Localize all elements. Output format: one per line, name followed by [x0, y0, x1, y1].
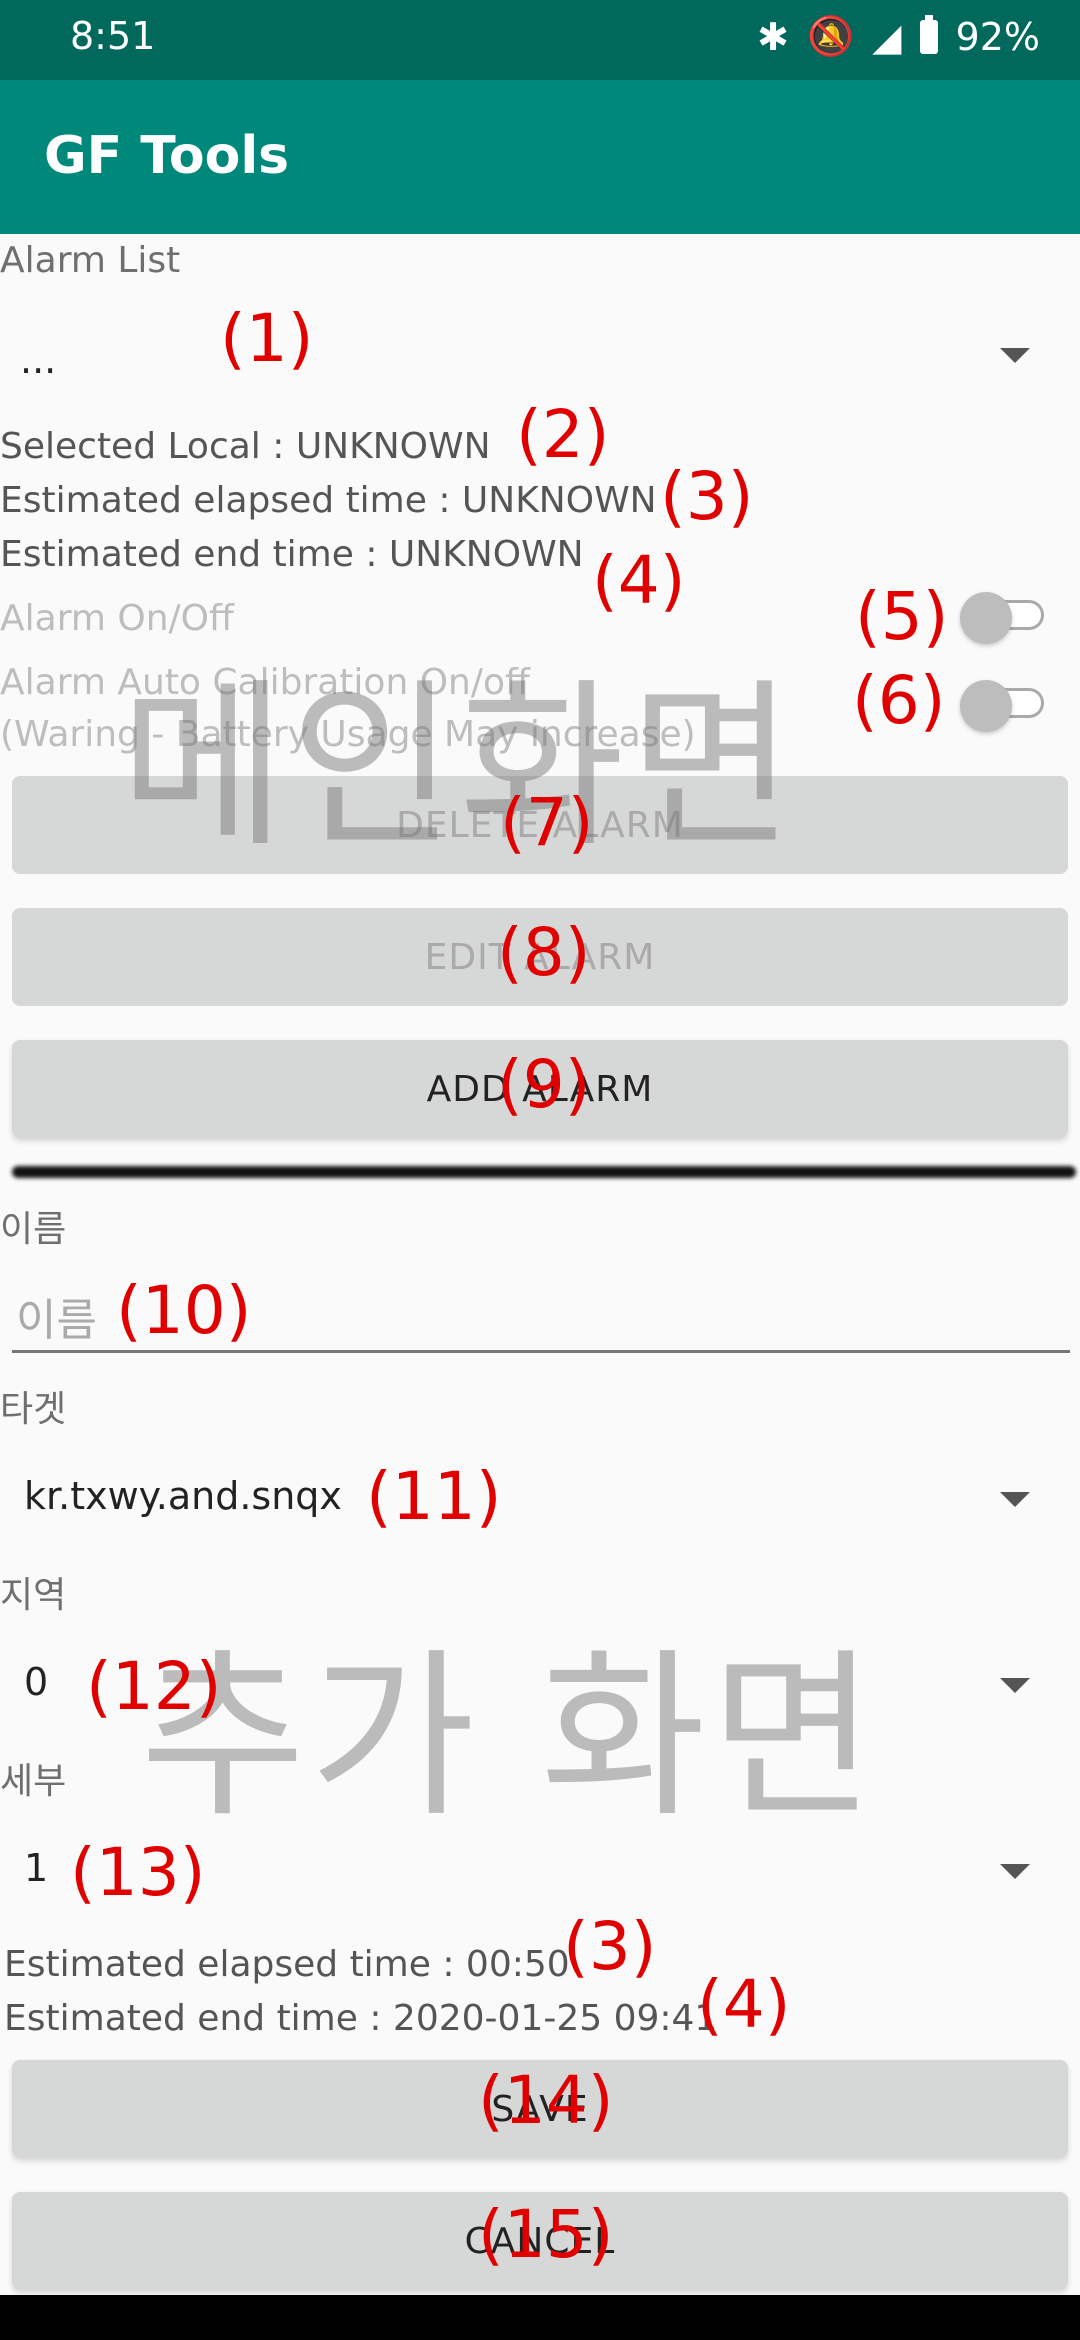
name-label: 이름	[0, 1209, 67, 1250]
bluetooth-icon: ✱	[757, 14, 789, 59]
annotation-6: (6)	[852, 662, 946, 739]
annotation-13: (13)	[70, 1834, 206, 1911]
region-value: 0	[24, 1660, 49, 1704]
dropdown-arrow-icon	[1000, 1864, 1030, 1879]
dropdown-arrow-icon	[1000, 1678, 1030, 1693]
navigation-bar	[0, 2295, 1080, 2340]
alarm-onoff-switch[interactable]	[960, 592, 1050, 644]
add-screen-watermark: 추가 화면	[140, 1633, 880, 1842]
alarm-list-value: ...	[20, 338, 57, 382]
add-estimated-elapsed-text: Estimated elapsed time : 00:50	[4, 1944, 570, 1985]
target-label: 타겟	[0, 1389, 67, 1430]
region-label: 지역	[0, 1575, 67, 1616]
annotation-14: (14)	[478, 2062, 614, 2139]
target-value: kr.txwy.and.snqx	[24, 1474, 342, 1518]
status-time: 8:51	[70, 14, 156, 58]
annotation-1: (1)	[220, 300, 314, 377]
estimated-end-text: Estimated end time : UNKNOWN	[0, 534, 584, 575]
switch-thumb	[960, 680, 1012, 732]
target-spinner[interactable]: kr.txwy.and.snqx	[0, 1440, 1080, 1550]
annotation-4-add: (4)	[697, 1966, 791, 2043]
annotation-10: (10)	[116, 1272, 252, 1349]
annotation-15: (15)	[478, 2196, 614, 2273]
dropdown-arrow-icon	[1000, 1492, 1030, 1507]
detail-label: 세부	[0, 1761, 67, 1802]
auto-calibration-switch[interactable]	[960, 680, 1050, 732]
main-screen-watermark: 메인화면	[120, 663, 799, 872]
alarm-list-spinner[interactable]: ...	[0, 300, 1080, 410]
app-bar: GF Tools	[0, 80, 1080, 234]
signal-icon: ◢	[872, 14, 902, 59]
battery-icon	[919, 14, 938, 54]
alarm-list-label: Alarm List	[0, 240, 181, 281]
name-input-underline	[12, 1350, 1070, 1353]
annotation-7: (7)	[500, 784, 594, 861]
annotation-9: (9)	[497, 1046, 591, 1123]
annotation-5: (5)	[855, 578, 949, 655]
annotation-12: (12)	[86, 1648, 222, 1725]
detail-value: 1	[24, 1846, 49, 1890]
annotation-2: (2)	[516, 396, 610, 473]
switch-thumb	[960, 592, 1012, 644]
dropdown-arrow-icon	[1000, 348, 1030, 363]
status-bar: 8:51 ✱ 🔕 ◢ 92%	[0, 0, 1080, 80]
name-placeholder: 이름	[16, 1295, 97, 1346]
bell-off-icon: 🔕	[806, 14, 855, 58]
add-estimated-end-text: Estimated end time : 2020-01-25 09:41	[4, 1998, 718, 2039]
status-icons: ✱ 🔕 ◢ 92%	[757, 14, 1040, 59]
battery-percent: 92%	[955, 14, 1040, 59]
annotation-3-add: (3)	[563, 1908, 657, 1985]
screen-divider	[12, 1166, 1076, 1178]
annotation-8: (8)	[497, 914, 591, 991]
app-title: GF Tools	[44, 126, 290, 186]
estimated-elapsed-text: Estimated elapsed time : UNKNOWN	[0, 480, 657, 521]
annotation-3: (3)	[660, 458, 754, 535]
annotation-11: (11)	[366, 1458, 502, 1535]
selected-local-text: Selected Local : UNKNOWN	[0, 426, 491, 467]
annotation-4: (4)	[592, 542, 686, 619]
